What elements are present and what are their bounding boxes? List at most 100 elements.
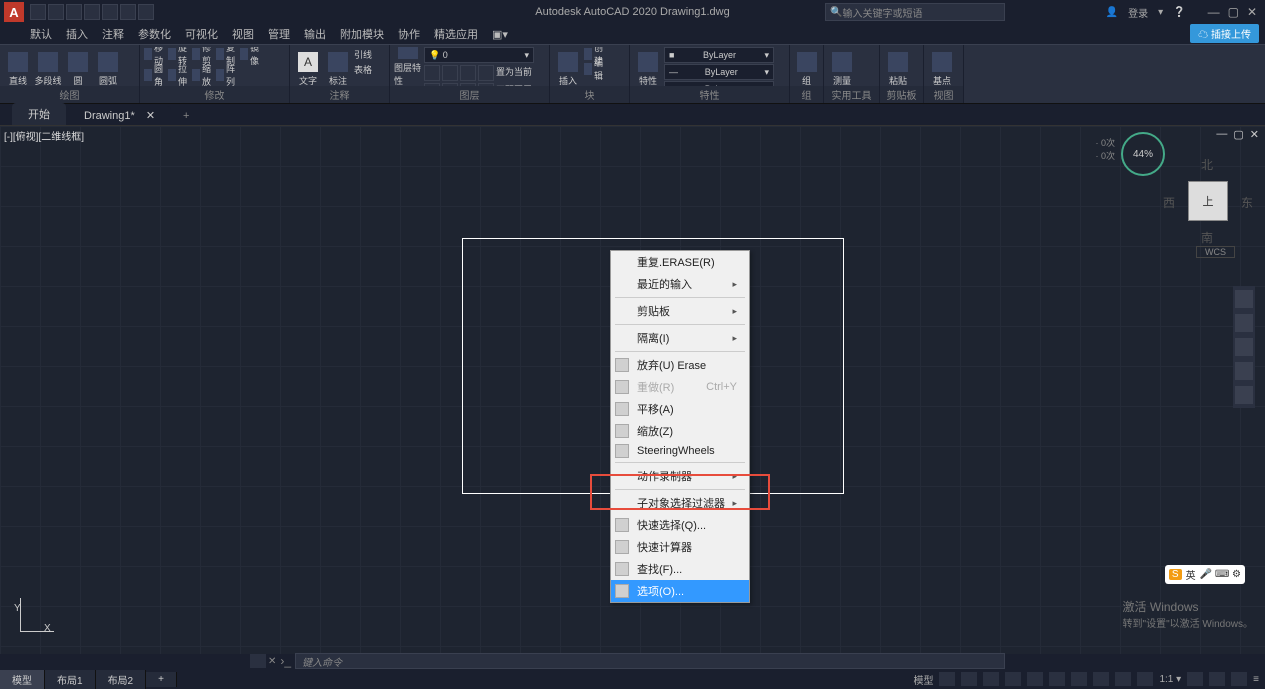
drawing-canvas[interactable]: [-][俯视][二维线框] — ▢ ✕ · 0次· 0次 44% 北 西 东 南… <box>0 126 1265 654</box>
status-gear-icon[interactable] <box>1187 672 1203 686</box>
copy-button[interactable]: 复制 <box>216 47 238 61</box>
minimize-button[interactable]: — <box>1208 5 1220 19</box>
status-scale[interactable]: 1:1 ▾ <box>1159 674 1181 685</box>
cloud-upload-button[interactable]: ☁ 插接上传 <box>1190 24 1259 43</box>
rotate-button[interactable]: 旋转 <box>168 47 190 61</box>
arc-button[interactable]: 圆弧 <box>94 47 122 86</box>
array-button[interactable]: 阵列 <box>216 68 238 82</box>
context-item[interactable]: 动作录制器 <box>611 465 749 487</box>
context-item[interactable]: 剪贴板 <box>611 300 749 322</box>
viewcube-north[interactable]: 北 <box>1201 156 1213 173</box>
menu-manage[interactable]: 管理 <box>268 26 290 42</box>
layer-tool-icon[interactable] <box>460 65 476 81</box>
qat-new-icon[interactable] <box>30 4 46 20</box>
edit-block-button[interactable]: 编辑 <box>584 62 606 76</box>
dimension-button[interactable]: 标注 <box>324 47 352 86</box>
status-otrack-icon[interactable] <box>1049 672 1065 686</box>
scale-button[interactable]: 缩放 <box>192 68 214 82</box>
fillet-button[interactable]: 圆角 <box>144 68 166 82</box>
layer-tool-icon[interactable] <box>442 65 458 81</box>
context-item[interactable]: 子对象选择过滤器 <box>611 492 749 514</box>
navbar-pan-icon[interactable] <box>1235 314 1253 332</box>
layer-tool-icon[interactable] <box>424 65 440 81</box>
viewcube-top-face[interactable]: 上 <box>1188 181 1228 221</box>
navbar-showmotion-icon[interactable] <box>1235 386 1253 404</box>
status-transp-icon[interactable] <box>1093 672 1109 686</box>
status-grid-icon[interactable] <box>939 672 955 686</box>
nav-wheel[interactable]: 44% <box>1121 132 1165 176</box>
status-iso-icon[interactable] <box>1209 672 1225 686</box>
tab-drawing1[interactable]: Drawing1* ✕ <box>68 106 171 125</box>
close-button[interactable]: ✕ <box>1247 5 1257 19</box>
viewport-label[interactable]: [-][俯视][二维线框] <box>4 128 84 143</box>
stretch-button[interactable]: 拉伸 <box>168 68 190 82</box>
menu-collab[interactable]: 协作 <box>398 26 420 42</box>
viewcube-south[interactable]: 南 <box>1201 229 1213 246</box>
status-model[interactable]: 模型 <box>913 672 933 687</box>
navbar-wheel-icon[interactable] <box>1235 290 1253 308</box>
tab-model[interactable]: 模型 <box>0 670 45 689</box>
menu-default[interactable]: 默认 <box>30 26 52 42</box>
user-icon[interactable]: 👤 <box>1106 7 1118 18</box>
status-snap-icon[interactable] <box>961 672 977 686</box>
status-osnap-icon[interactable] <box>1027 672 1043 686</box>
insert-button[interactable]: 插入 <box>554 47 582 86</box>
group-button[interactable]: 组 <box>794 47 819 86</box>
qat-plot-icon[interactable] <box>102 4 118 20</box>
status-menu-icon[interactable]: ≡ <box>1253 674 1259 685</box>
lineweight-dropdown[interactable]: — ByLayer ▾ <box>664 64 774 80</box>
tab-new-button[interactable]: + <box>173 107 199 125</box>
ime-indicator[interactable]: S 英 🎤 ⌨ ⚙ <box>1165 565 1245 584</box>
paste-button[interactable]: 粘贴 <box>884 47 912 86</box>
context-item[interactable]: 缩放(Z) <box>611 420 749 442</box>
polyline-button[interactable]: 多段线 <box>34 47 62 86</box>
search-input[interactable]: 🔍 输入关键字或短语 <box>825 3 1005 21</box>
status-cycle-icon[interactable] <box>1115 672 1131 686</box>
qat-save-icon[interactable] <box>66 4 82 20</box>
table-button[interactable]: 表格 <box>354 62 376 76</box>
wcs-label[interactable]: WCS <box>1196 246 1235 258</box>
context-item[interactable]: 最近的输入 <box>611 273 749 295</box>
leader-button[interactable]: 引线 <box>354 47 376 61</box>
vp-close-icon[interactable]: ✕ <box>1250 128 1259 141</box>
move-button[interactable]: 移动 <box>144 47 166 61</box>
command-input[interactable]: 键入命令 <box>295 653 1005 669</box>
layer-tool-icon[interactable] <box>478 65 494 81</box>
circle-button[interactable]: 圆 <box>64 47 92 86</box>
qat-open-icon[interactable] <box>48 4 64 20</box>
layer-props-button[interactable]: 图层特性 <box>394 47 422 86</box>
tab-layout2[interactable]: 布局2 <box>96 670 147 689</box>
menu-output[interactable]: 输出 <box>304 26 326 42</box>
tab-start[interactable]: 开始 <box>12 103 66 125</box>
help-icon[interactable]: ❔ <box>1173 7 1185 18</box>
status-lweight-icon[interactable] <box>1071 672 1087 686</box>
app-logo[interactable]: A <box>4 2 24 22</box>
basepoint-button[interactable]: 基点 <box>928 47 956 86</box>
menu-view[interactable]: 视图 <box>232 26 254 42</box>
context-item[interactable]: 快速计算器 <box>611 536 749 558</box>
cmd-handle-icon[interactable] <box>250 654 266 668</box>
context-item[interactable]: 快速选择(Q)... <box>611 514 749 536</box>
measure-button[interactable]: 测量 <box>828 47 856 86</box>
line-button[interactable]: 直线 <box>4 47 32 86</box>
props-button[interactable]: 特性 <box>634 47 662 86</box>
vp-min-icon[interactable]: — <box>1216 128 1227 141</box>
context-item[interactable]: 放弃(U) Erase <box>611 354 749 376</box>
menu-more-icon[interactable]: ▣▾ <box>492 28 508 41</box>
navbar-orbit-icon[interactable] <box>1235 362 1253 380</box>
mirror-button[interactable]: 镜像 <box>240 47 262 61</box>
status-ortho-icon[interactable] <box>983 672 999 686</box>
viewcube-west[interactable]: 西 <box>1163 194 1175 211</box>
context-item[interactable]: SteeringWheels <box>611 442 749 460</box>
context-item[interactable]: 选项(O)... <box>611 580 749 602</box>
menu-insert[interactable]: 插入 <box>66 26 88 42</box>
cmd-close-icon[interactable]: ✕ <box>268 656 276 667</box>
context-item[interactable]: 重复.ERASE(R) <box>611 251 749 273</box>
menu-visualize[interactable]: 可视化 <box>185 26 218 42</box>
login-button[interactable]: 登录 <box>1128 5 1148 20</box>
viewcube-east[interactable]: 东 <box>1241 194 1253 211</box>
vp-max-icon[interactable]: ▢ <box>1233 128 1243 141</box>
color-dropdown[interactable]: ■ ByLayer ▾ <box>664 47 774 63</box>
trim-button[interactable]: 修剪 <box>192 47 214 61</box>
tab-close-icon[interactable]: ✕ <box>146 110 155 122</box>
